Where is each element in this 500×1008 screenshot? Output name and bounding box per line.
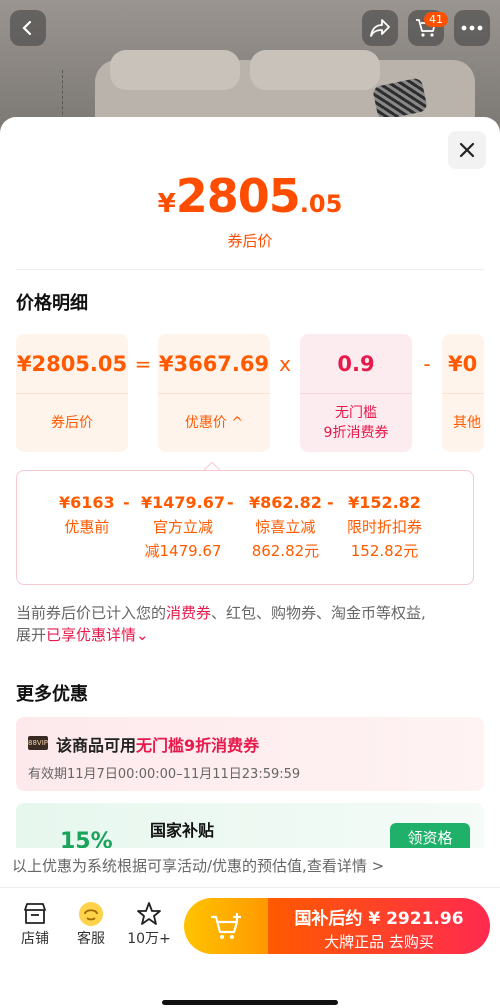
formula-label: 其他: [453, 415, 481, 431]
share-button[interactable]: [362, 10, 398, 46]
operator-minus: -: [423, 352, 431, 376]
price-label: 券后价: [227, 232, 273, 250]
operator-equals: =: [134, 352, 152, 376]
more-icon: [461, 25, 483, 31]
formula-value: ¥2805.05: [16, 334, 128, 394]
star-icon: [137, 902, 161, 925]
favorite-count: 10万+: [127, 931, 171, 947]
formula-label: 优惠价 ^: [184, 415, 244, 431]
customer-service-icon: [79, 902, 103, 926]
store-label: 店铺: [21, 931, 49, 947]
store-button[interactable]: 店铺: [10, 900, 60, 948]
bottom-action-bar: 店铺 客服 10万+ 国补后约 ¥ 2921.96 大牌正品 去购买: [0, 888, 500, 1008]
note-text: 当前券后价已计入您的: [16, 604, 167, 622]
home-indicator: [162, 1000, 338, 1005]
breakdown-item: ¥6163 优惠前: [59, 493, 115, 537]
back-button[interactable]: [10, 10, 46, 46]
breakdown-label: 惊喜立减: [255, 518, 316, 536]
breakdown-operator: -: [227, 493, 234, 512]
formula-value: 0.9: [300, 334, 412, 394]
vip-badge-icon: 88VIP: [28, 736, 48, 750]
breakdown-operator: -: [327, 493, 334, 512]
coupon-highlight: 无门槛9折消费券: [136, 736, 260, 755]
breakdown-item: ¥862.82 惊喜立减 862.82元: [249, 493, 322, 561]
store-icon: [24, 903, 46, 924]
price-decimal: .05: [299, 190, 343, 218]
coupon-validity: 有效期11月7日00:00:00–11月11日23:59:59: [28, 767, 301, 782]
chevron-down-icon[interactable]: ⌄: [136, 626, 149, 644]
share-icon: [370, 19, 390, 37]
price-detail-title: 价格明细: [16, 293, 88, 314]
price-integer: 2805: [175, 169, 301, 223]
note-text: 、红包、购物券、淘金币等权益,: [211, 604, 426, 622]
buy-price: 国补后约 ¥ 2921.96: [294, 909, 464, 929]
chevron-left-icon: [22, 20, 32, 36]
breakdown-amount: ¥6163: [59, 493, 115, 512]
sofa-cushion: [110, 50, 240, 90]
breakdown-item: ¥152.82 限时折扣券 152.82元: [347, 493, 422, 561]
formula-value: ¥3667.69: [158, 334, 270, 394]
formula-final-price: ¥2805.05 券后价: [16, 334, 128, 452]
price-formula: ¥2805.05 券后价 = ¥3667.69 优惠价 ^ x 0.9 无门槛 …: [16, 334, 484, 452]
formula-value: ¥0: [442, 334, 484, 394]
coupon-title: 该商品可用无门槛9折消费券: [56, 732, 259, 756]
price-currency: ¥: [157, 189, 176, 219]
price-detail-sheet: ¥2805.05 券后价 价格明细 ¥2805.05 券后价 = ¥3667.6…: [0, 117, 500, 1008]
operator-multiply: x: [279, 352, 291, 376]
discount-breakdown: ¥6163 优惠前 - ¥1479.67 官方立减 减1479.67 - ¥86…: [16, 470, 474, 585]
subsidy-title: 国家补贴: [150, 821, 215, 840]
buy-label: 大牌正品 去购买: [324, 933, 434, 951]
cart-badge: 41: [424, 12, 448, 27]
breakdown-label: 优惠前: [64, 518, 110, 536]
formula-label: 券后价: [51, 415, 93, 431]
service-button[interactable]: 客服: [66, 900, 116, 948]
add-cart-icon: [211, 913, 241, 939]
formula-other: ¥0 其他: [442, 334, 484, 452]
coupon-card[interactable]: 88VIP 该商品可用无门槛9折消费券 有效期11月7日00:00:00–11月…: [16, 717, 484, 791]
note-text: 展开: [16, 626, 47, 644]
final-price: ¥2805.05: [0, 169, 500, 223]
disclaimer-link[interactable]: 以上优惠为系统根据可享活动/优惠的预估值,查看详情 >: [0, 848, 500, 888]
divider: [16, 269, 484, 270]
service-label: 客服: [77, 931, 105, 947]
more-button[interactable]: [454, 10, 490, 46]
breakdown-amount: ¥152.82: [348, 493, 421, 512]
discount-details-link[interactable]: 已享优惠详情: [46, 626, 136, 644]
sofa-cushion: [250, 50, 380, 90]
breakdown-detail: 862.82元: [251, 542, 320, 560]
formula-coupon: 0.9 无门槛 9折消费券: [300, 334, 412, 452]
buy-now-button[interactable]: 国补后约 ¥ 2921.96 大牌正品 去购买: [268, 898, 490, 954]
breakdown-label: 官方立减: [153, 518, 214, 536]
breakdown-detail: 减1479.67: [144, 542, 222, 560]
price-note: 当前券后价已计入您的消费券、红包、购物券、淘金币等权益, 展开已享优惠详情⌄: [16, 602, 486, 646]
coupon-title-text: 该商品可用: [56, 736, 137, 755]
close-button[interactable]: [448, 131, 486, 169]
formula-discount-price[interactable]: ¥3667.69 优惠价 ^: [158, 334, 270, 452]
breakdown-amount: ¥862.82: [249, 493, 322, 512]
formula-label: 无门槛 9折消费券: [323, 405, 389, 441]
breakdown-detail: 152.82元: [350, 542, 419, 560]
close-icon: [459, 142, 475, 158]
breakdown-item: ¥1479.67 官方立减 减1479.67: [141, 493, 225, 561]
breakdown-operator: -: [123, 493, 130, 512]
breakdown-label: 限时折扣券: [347, 518, 423, 536]
more-offers-title: 更多优惠: [16, 684, 88, 705]
add-to-cart-button[interactable]: [184, 898, 268, 954]
consumer-coupon-link[interactable]: 消费券: [166, 604, 211, 622]
breakdown-amount: ¥1479.67: [141, 493, 226, 512]
favorite-button[interactable]: 10万+: [124, 900, 174, 948]
